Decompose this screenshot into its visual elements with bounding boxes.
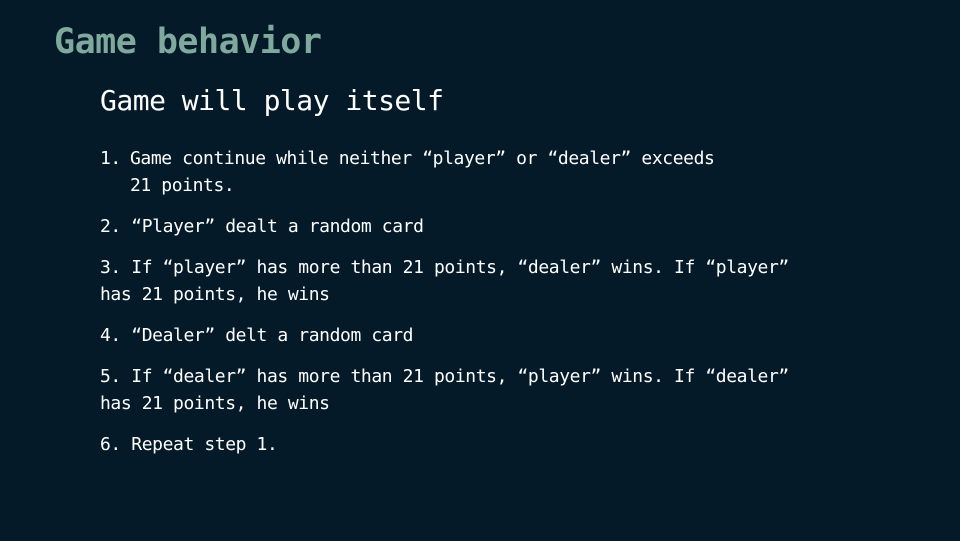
step-5-line-2: has 21 points, he wins bbox=[100, 393, 330, 414]
step-1-line-2: 21 points. bbox=[130, 175, 235, 196]
step-3-line-1: 3. If “player” has more than 21 points, … bbox=[100, 257, 789, 278]
step-3: 3. If “player” has more than 21 points, … bbox=[100, 254, 900, 308]
step-1-line-1: Game continue while neither “player” or … bbox=[130, 148, 715, 169]
step-5: 5. If “dealer” has more than 21 points, … bbox=[100, 363, 900, 417]
steps-list: 1. Game continue while neither “player” … bbox=[100, 145, 900, 472]
step-4: 4. “Dealer” delt a random card bbox=[100, 325, 414, 346]
slide: Game behavior Game will play itself 1. G… bbox=[0, 0, 960, 541]
step-6: 6. Repeat step 1. bbox=[100, 434, 278, 455]
slide-subtitle: Game will play itself bbox=[100, 84, 444, 117]
step-3-line-2: has 21 points, he wins bbox=[100, 284, 330, 305]
step-5-line-1: 5. If “dealer” has more than 21 points, … bbox=[100, 366, 789, 387]
step-1: 1. Game continue while neither “player” … bbox=[100, 145, 900, 199]
slide-title: Game behavior bbox=[54, 22, 322, 62]
step-1-number: 1. bbox=[100, 148, 121, 169]
step-1-text: Game continue while neither “player” or … bbox=[130, 145, 715, 199]
step-2: 2. “Player” dealt a random card bbox=[100, 216, 424, 237]
